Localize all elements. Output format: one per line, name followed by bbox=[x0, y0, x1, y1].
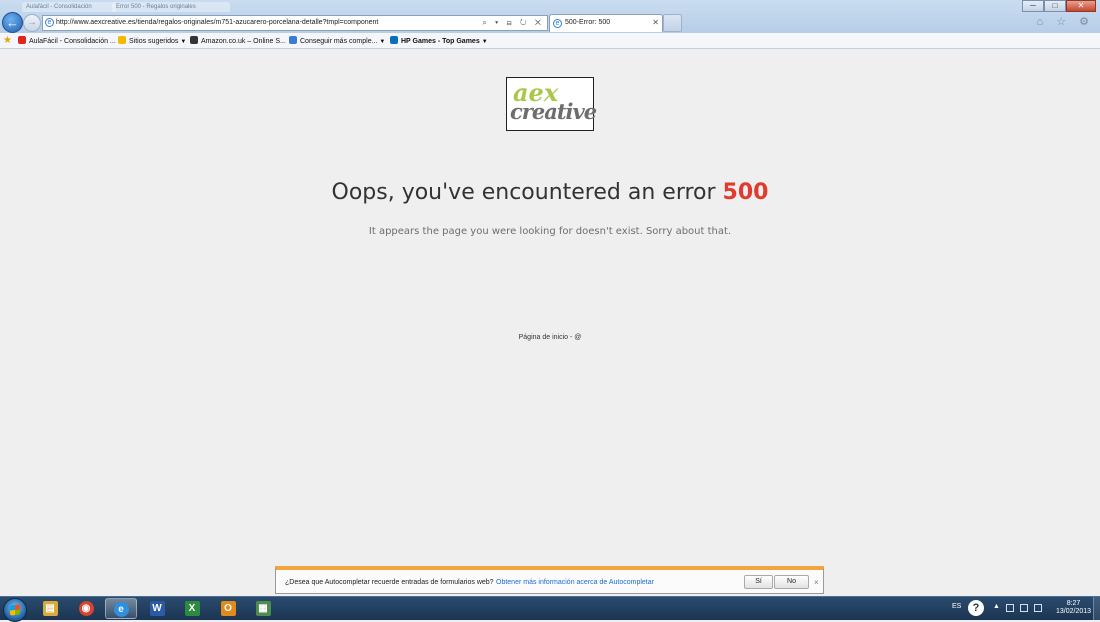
taskbar-outlook[interactable]: O bbox=[212, 598, 244, 619]
address-bar-tools[interactable]: ⌕ ▾ ⊟ ↻ ✕ bbox=[482, 16, 544, 29]
logo-text-bottom: creative bbox=[510, 99, 597, 124]
address-url[interactable]: http://www.aexcreative.es/tienda/regalos… bbox=[56, 17, 378, 29]
clock-time: 8:27 bbox=[1066, 600, 1081, 607]
window-controls: ─ □ ✕ bbox=[1022, 0, 1096, 12]
suggested-sites-icon bbox=[118, 36, 126, 44]
taskbar-word[interactable]: W bbox=[141, 598, 173, 619]
taskbar-internet-explorer[interactable]: e bbox=[105, 598, 137, 619]
favorite-hp-games[interactable]: HP Games - Top Games ▼ bbox=[390, 36, 488, 47]
forward-arrow-icon[interactable]: → bbox=[23, 14, 41, 32]
language-indicator[interactable]: ES bbox=[952, 603, 961, 610]
clock-date: 13/02/2013 bbox=[1056, 608, 1092, 615]
minimize-button[interactable]: ─ bbox=[1022, 0, 1044, 12]
hp-games-icon bbox=[390, 36, 398, 44]
favorite-sitios-sugeridos[interactable]: Sitios sugeridos ▼ bbox=[118, 36, 186, 47]
taskbar-explorer[interactable]: ▤ bbox=[34, 598, 66, 619]
error-headline: Oops, you've encountered an error 500 bbox=[0, 180, 1100, 205]
app-icon: ▦ bbox=[255, 601, 271, 616]
favorite-conseguir-mas[interactable]: Conseguir más comple... ▼ bbox=[289, 36, 385, 47]
background-tab-1[interactable]: Aulafácil - Consolidación bbox=[22, 2, 116, 12]
start-button[interactable] bbox=[3, 598, 27, 622]
taskbar-app[interactable]: ▦ bbox=[247, 598, 279, 619]
ie-favicon-icon: e bbox=[553, 19, 562, 28]
clock[interactable]: 8:27 13/02/2013 bbox=[1056, 600, 1091, 616]
taskbar-excel[interactable]: X bbox=[176, 598, 208, 619]
volume-icon[interactable] bbox=[1034, 604, 1042, 612]
headline-text: Oops, you've encountered an error bbox=[331, 180, 716, 205]
home-page-link[interactable]: Página de inicio - @ bbox=[0, 334, 1100, 341]
favorite-amazon[interactable]: Amazon.co.uk – Online S... bbox=[190, 36, 286, 46]
folder-icon: ▤ bbox=[42, 601, 58, 616]
address-bar[interactable]: e http://www.aexcreative.es/tienda/regal… bbox=[42, 15, 548, 31]
ie-icon bbox=[289, 36, 297, 44]
favorite-aulafacil[interactable]: AulaFácil - Consolidación ... bbox=[18, 36, 116, 46]
favorites-star-icon[interactable]: ★ bbox=[3, 35, 12, 46]
chrome-icon: ◉ bbox=[78, 601, 94, 616]
system-tray: ES ? ▲ 8:27 13/02/2013 bbox=[940, 597, 1100, 620]
ie-favicon-icon: e bbox=[45, 18, 54, 27]
chevron-down-icon: ▼ bbox=[379, 39, 386, 45]
yes-button[interactable]: Sí bbox=[744, 575, 773, 589]
autocomplete-question: ¿Desea que Autocompletar recuerde entrad… bbox=[285, 579, 494, 586]
close-icon[interactable]: × bbox=[814, 578, 819, 587]
taskbar-chrome[interactable]: ◉ bbox=[70, 598, 102, 619]
home-favorites-tools-icons[interactable]: ⌂ ☆ ⚙ bbox=[1037, 15, 1094, 28]
amazon-icon bbox=[190, 36, 198, 44]
windows-taskbar: ▤ ◉ e W X O ▦ ES ? ▲ 8:27 13/02/2013 bbox=[0, 596, 1100, 622]
network-icon[interactable] bbox=[1020, 604, 1028, 612]
maximize-button[interactable]: □ bbox=[1044, 0, 1066, 12]
autocomplete-more-info-link[interactable]: Obtener más información acerca de Autoco… bbox=[496, 579, 654, 586]
autocomplete-notification: ¿Desea que Autocompletar recuerde entrad… bbox=[275, 566, 824, 594]
error-description: It appears the page you were looking for… bbox=[368, 226, 732, 237]
close-window-button[interactable]: ✕ bbox=[1066, 0, 1096, 12]
tab-error-500[interactable]: e 500-Error: 500 ✕ bbox=[549, 14, 663, 32]
show-desktop-button[interactable] bbox=[1093, 597, 1100, 620]
tab-title: 500-Error: 500 bbox=[565, 19, 611, 26]
chevron-down-icon: ▼ bbox=[180, 39, 187, 45]
outlook-icon: O bbox=[220, 601, 236, 616]
word-icon: W bbox=[149, 601, 165, 616]
aulafacil-icon bbox=[18, 36, 26, 44]
chevron-down-icon: ▼ bbox=[481, 39, 488, 45]
close-tab-icon[interactable]: ✕ bbox=[652, 18, 659, 27]
ie-icon: e bbox=[113, 602, 129, 617]
help-icon[interactable]: ? bbox=[968, 600, 984, 616]
error-code: 500 bbox=[722, 180, 769, 205]
browser-title-bar: Aulafácil - Consolidación Error 500 - Re… bbox=[0, 0, 1100, 33]
excel-icon: X bbox=[184, 601, 200, 616]
windows-logo-icon bbox=[10, 604, 20, 616]
no-button[interactable]: No bbox=[774, 575, 809, 589]
new-tab-button[interactable] bbox=[663, 14, 682, 32]
back-arrow-icon[interactable]: ← bbox=[2, 12, 23, 33]
aex-creative-logo[interactable]: aex creative bbox=[506, 77, 597, 131]
favorites-bar: ★ AulaFácil - Consolidación ... Sitios s… bbox=[0, 33, 1100, 49]
background-tab-2[interactable]: Error 500 - Regalos originales bbox=[112, 2, 230, 12]
action-center-icon[interactable] bbox=[1006, 604, 1014, 612]
show-hidden-icons-icon[interactable]: ▲ bbox=[993, 603, 1000, 610]
